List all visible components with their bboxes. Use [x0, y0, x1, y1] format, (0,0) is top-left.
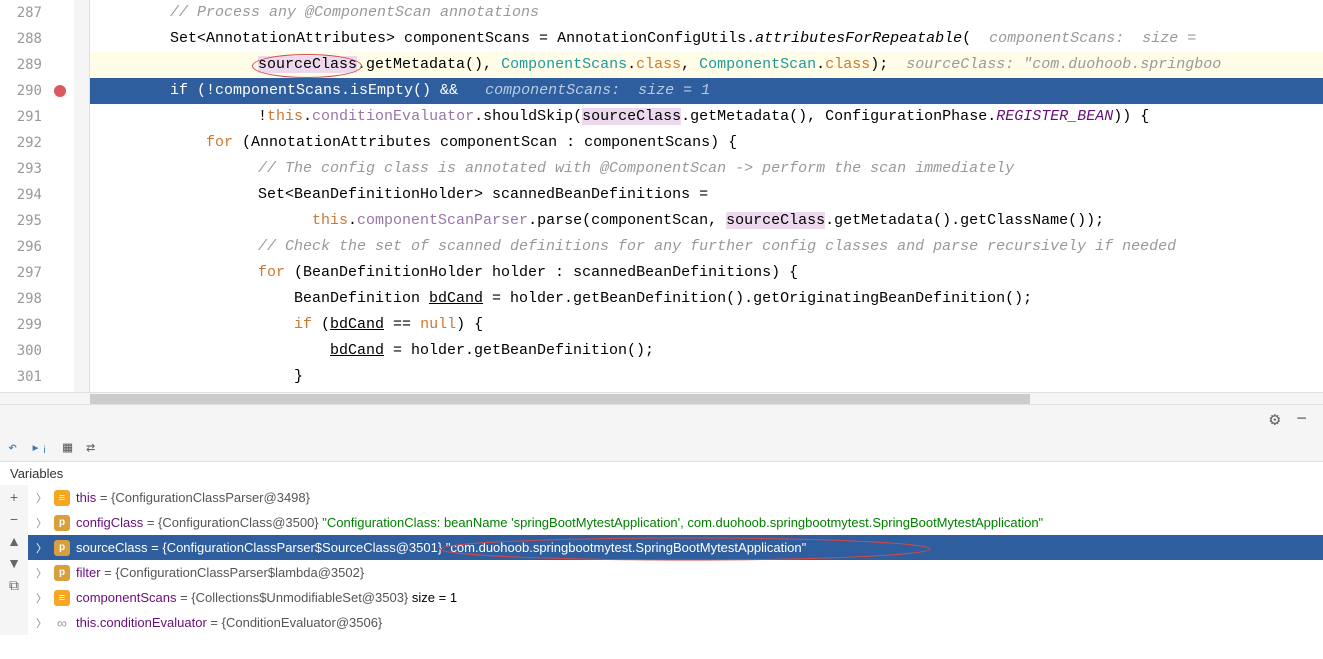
expand-icon[interactable]: 〉	[36, 565, 48, 581]
variable-value: = {ConfigurationClassParser$lambda@3502}	[101, 565, 365, 580]
filter-icon[interactable]: ⇄	[86, 438, 95, 457]
variable-name: this	[76, 490, 96, 505]
fold-column	[74, 0, 90, 392]
code-text: }	[98, 368, 303, 385]
variable-string: "com.duohoob.springbootmytest.SpringBoot…	[446, 540, 806, 555]
variable-type-icon: ∞	[54, 615, 70, 631]
code-text: // Process any @ComponentScan annotation…	[98, 4, 539, 21]
variable-type-icon: p	[54, 515, 70, 531]
variable-row[interactable]: 〉 p filter = {ConfigurationClassParser$l…	[28, 560, 1323, 585]
variable-row[interactable]: 〉 ≡ this = {ConfigurationClassParser@349…	[28, 485, 1323, 510]
variable-row[interactable]: 〉 p configClass = {ConfigurationClass@35…	[28, 510, 1323, 535]
line-number[interactable]: 290	[0, 78, 42, 104]
variable-name: this.conditionEvaluator	[76, 615, 207, 630]
variable-name: componentScans	[76, 590, 176, 605]
variable-row[interactable]: 〉 ≡ componentScans = {Collections$Unmodi…	[28, 585, 1323, 610]
expand-icon[interactable]: 〉	[36, 540, 48, 556]
variable-string: "ConfigurationClass: beanName 'springBoo…	[322, 515, 1043, 530]
variables-gutter: + − ▲ ▼ ⧉	[0, 485, 28, 635]
variable-type-icon: p	[54, 540, 70, 556]
line-number[interactable]: 292	[0, 130, 42, 156]
line-number[interactable]: 288	[0, 26, 42, 52]
horizontal-scrollbar[interactable]	[0, 392, 1323, 404]
breakpoint-icon[interactable]	[54, 85, 66, 97]
reset-icon[interactable]: ↶	[8, 438, 17, 457]
code-text: sourceClass.getMetadata(), ComponentScan…	[98, 56, 1221, 73]
add-icon[interactable]: +	[10, 489, 18, 505]
editor-area: 287 288 289 290 291 292 293 294 295 296 …	[0, 0, 1323, 392]
variables-tree[interactable]: 〉 ≡ this = {ConfigurationClassParser@349…	[28, 485, 1323, 635]
line-number[interactable]: 295	[0, 208, 42, 234]
code-text: if (!componentScans.isEmpty() && compone…	[98, 82, 710, 99]
variables-label: Variables	[0, 462, 1323, 485]
line-number[interactable]: 300	[0, 338, 42, 364]
editor-statusbar: ⚙ −	[0, 404, 1323, 434]
variable-value: = {Collections$UnmodifiableSet@3503}	[176, 590, 411, 605]
down-icon[interactable]: ▼	[7, 555, 21, 571]
variable-type-icon: ≡	[54, 490, 70, 506]
line-number[interactable]: 301	[0, 364, 42, 390]
table-icon[interactable]: ▦	[63, 438, 72, 457]
code-text: Set<BeanDefinitionHolder> scannedBeanDef…	[98, 186, 708, 203]
line-number[interactable]: 291	[0, 104, 42, 130]
line-number[interactable]: 296	[0, 234, 42, 260]
gear-icon[interactable]: ⚙	[1261, 409, 1288, 431]
code-text: // Check the set of scanned definitions …	[98, 238, 1176, 255]
variable-name: sourceClass	[76, 540, 148, 555]
code-text: if (bdCand == null) {	[98, 316, 483, 333]
code-text: BeanDefinition bdCand = holder.getBeanDe…	[98, 290, 1032, 307]
code-text: for (AnnotationAttributes componentScan …	[98, 134, 737, 151]
variable-value: = {ConfigurationClass@3500}	[143, 515, 322, 530]
line-number[interactable]: 299	[0, 312, 42, 338]
expand-icon[interactable]: 〉	[36, 615, 48, 631]
line-number[interactable]: 294	[0, 182, 42, 208]
code-text: bdCand = holder.getBeanDefinition();	[98, 342, 654, 359]
code-text: !this.conditionEvaluator.shouldSkip(sour…	[98, 108, 1149, 125]
cursor-icon[interactable]: ▸ᵢ	[31, 438, 49, 457]
expand-icon[interactable]: 〉	[36, 490, 48, 506]
code-content[interactable]: // Process any @ComponentScan annotation…	[90, 0, 1323, 392]
line-number[interactable]: 289	[0, 52, 42, 78]
line-number-gutter: 287 288 289 290 291 292 293 294 295 296 …	[0, 0, 50, 392]
variable-name: filter	[76, 565, 101, 580]
line-number[interactable]: 287	[0, 0, 42, 26]
variable-value: = {ConditionEvaluator@3506}	[207, 615, 382, 630]
variable-value: = {ConfigurationClassParser@3498}	[96, 490, 310, 505]
code-text: // The config class is annotated with @C…	[98, 160, 1014, 177]
variable-row-selected[interactable]: 〉 p sourceClass = {ConfigurationClassPar…	[28, 535, 1323, 560]
variable-size: size = 1	[412, 590, 457, 605]
line-number[interactable]: 297	[0, 260, 42, 286]
variable-row[interactable]: 〉 ∞ this.conditionEvaluator = {Condition…	[28, 610, 1323, 635]
copy-icon[interactable]: ⧉	[9, 577, 19, 594]
expand-icon[interactable]: 〉	[36, 590, 48, 606]
line-number[interactable]: 293	[0, 156, 42, 182]
remove-icon[interactable]: −	[10, 511, 18, 527]
line-number[interactable]: 298	[0, 286, 42, 312]
up-icon[interactable]: ▲	[7, 533, 21, 549]
minus-icon[interactable]: −	[1288, 410, 1315, 430]
expand-icon[interactable]: 〉	[36, 515, 48, 531]
code-text: Set<AnnotationAttributes> componentScans…	[98, 30, 1196, 47]
scrollbar-thumb[interactable]	[90, 394, 1030, 404]
variable-type-icon: ≡	[54, 590, 70, 606]
debug-toolbar: ↶ ▸ᵢ ▦ ⇄	[0, 434, 1323, 462]
variable-type-icon: p	[54, 565, 70, 581]
variable-value: = {ConfigurationClassParser$SourceClass@…	[148, 540, 446, 555]
marker-column	[50, 0, 74, 392]
variables-panel: Variables + − ▲ ▼ ⧉ 〉 ≡ this = {Configur…	[0, 462, 1323, 635]
code-text: this.componentScanParser.parse(component…	[98, 212, 1104, 229]
variable-name: configClass	[76, 515, 143, 530]
code-text: for (BeanDefinitionHolder holder : scann…	[98, 264, 798, 281]
